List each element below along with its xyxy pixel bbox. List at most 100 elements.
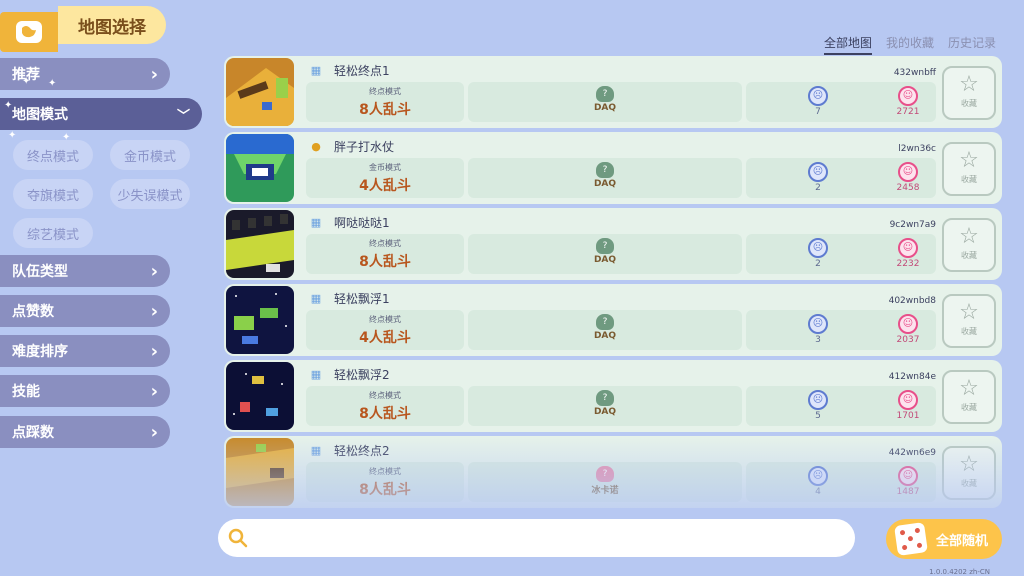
chevron-down-icon: ﹀ [176, 108, 190, 124]
map-title: 轻松飘浮2 [334, 368, 390, 382]
map-row[interactable]: ▦ 啊哒哒哒1 9c2wn7a9 终点模式 8人乱斗 ? DAQ ☹ 2 ☺ 2… [224, 208, 1002, 280]
sidebar-item-team-type[interactable]: 队伍类型 › [0, 255, 170, 287]
mode-chip-variety[interactable]: 综艺模式 [13, 218, 93, 248]
mode-value: 4人乱斗 [359, 330, 411, 346]
author-name: DAQ [593, 407, 617, 417]
favorite-button[interactable]: ☆ 收藏 [942, 446, 996, 500]
like-count: 2232 [896, 259, 920, 269]
favorite-label: 收藏 [961, 251, 977, 260]
mode-value: 8人乱斗 [359, 254, 411, 270]
map-row[interactable]: ▦ 轻松终点1 432wnbff 终点模式 8人乱斗 ? DAQ ☹ 7 ☺ 2… [224, 56, 1002, 128]
sidebar-item-likes[interactable]: 点赞数 › [0, 295, 170, 327]
happy-face-icon: ☺ [898, 466, 918, 486]
chevron-right-icon: › [150, 260, 158, 282]
author-box: ? DAQ [468, 310, 742, 350]
chevron-right-icon: › [150, 380, 158, 402]
sidebar-item-dislikes[interactable]: 点踩数 › [0, 416, 170, 448]
author-name: DAQ [593, 331, 617, 341]
sidebar-item-label: 技能 [12, 384, 40, 400]
author-box: ? DAQ [468, 82, 742, 122]
search-bar[interactable] [218, 519, 855, 557]
stats-box: ☹ 7 ☺ 2721 [746, 82, 936, 122]
sidebar-item-skills[interactable]: 技能 › [0, 375, 170, 407]
chevron-right-icon: › [150, 421, 158, 443]
star-icon: ☆ [959, 376, 979, 401]
version-text: 1.0.0.4202 zh-CN [929, 568, 990, 576]
dislike-count: 3 [815, 335, 821, 345]
dislike-count: 2 [815, 183, 821, 193]
map-code: 432wnbff [893, 68, 936, 78]
author-box: ? DAQ [468, 158, 742, 198]
map-row[interactable]: ▦ 轻松飘浮2 412wn84e 终点模式 8人乱斗 ? DAQ ☹ 5 ☺ 1… [224, 360, 1002, 432]
favorite-button[interactable]: ☆ 收藏 [942, 142, 996, 196]
mode-chip-coin[interactable]: 金币模式 [110, 140, 190, 170]
map-row[interactable]: ▦ 轻松飘浮1 402wnbd8 终点模式 4人乱斗 ? DAQ ☹ 3 ☺ 2… [224, 284, 1002, 356]
favorite-label: 收藏 [961, 175, 977, 184]
favorite-button[interactable]: ☆ 收藏 [942, 218, 996, 272]
like-count: 1487 [896, 487, 920, 497]
blue-grid-icon: ▦ [310, 63, 322, 77]
gold-coin-icon: ● [311, 139, 321, 153]
dislike-count: 7 [815, 107, 821, 117]
map-row[interactable]: ▦ 轻松终点2 442wn6e9 终点模式 8人乱斗 ? 冰卡诺 ☹ 4 ☺ 1… [224, 436, 1002, 508]
sad-face-icon: ☹ [808, 314, 828, 334]
map-title: 胖子打水仗 [334, 140, 395, 154]
mode-label: 金币模式 [369, 163, 401, 172]
map-logo-icon [0, 12, 58, 52]
sidebar-item-difficulty[interactable]: 难度排序 › [0, 335, 170, 367]
map-title: 轻松飘浮1 [334, 292, 390, 306]
star-icon: ☆ [959, 72, 979, 97]
mode-value: 8人乱斗 [359, 102, 411, 118]
map-code: 412wn84e [888, 372, 936, 382]
stats-box: ☹ 2 ☺ 2458 [746, 158, 936, 198]
sidebar-item-map-mode[interactable]: 地图模式 ﹀ [0, 98, 202, 130]
sparkle-icon: ✦ [22, 76, 31, 87]
happy-face-icon: ☺ [898, 238, 918, 258]
sidebar-item-label: 点赞数 [12, 304, 54, 320]
map-thumbnail [226, 362, 294, 430]
tab-all-maps[interactable]: 全部地图 [823, 34, 872, 55]
like-count: 2458 [896, 183, 920, 193]
like-stat: ☺ 2458 [878, 162, 938, 193]
map-row[interactable]: ● 胖子打水仗 l2wn36c 金币模式 4人乱斗 ? DAQ ☹ 2 ☺ 24… [224, 132, 1002, 204]
author-avatar-icon: ? [596, 466, 614, 482]
mode-chip-flag[interactable]: 夺旗模式 [13, 179, 93, 209]
favorite-button[interactable]: ☆ 收藏 [942, 66, 996, 120]
tab-history[interactable]: 历史记录 [948, 34, 996, 55]
sidebar-item-label: 难度排序 [12, 344, 68, 360]
mode-chip-finish[interactable]: 终点模式 [13, 140, 93, 170]
author-name: DAQ [593, 255, 617, 265]
random-all-button[interactable]: 全部随机 [886, 519, 1002, 559]
favorite-label: 收藏 [961, 403, 977, 412]
mode-label: 终点模式 [369, 87, 401, 96]
mode-chip-few-mistakes[interactable]: 少失误模式 [110, 179, 190, 209]
author-box: ? 冰卡诺 [468, 462, 742, 502]
happy-face-icon: ☺ [898, 86, 918, 106]
sparkle-icon: ✦ [8, 130, 17, 141]
dislike-stat: ☹ 5 [788, 390, 848, 421]
dice-icon [894, 522, 928, 556]
mode-value: 8人乱斗 [359, 406, 411, 422]
map-thumbnail [226, 58, 294, 126]
author-box: ? DAQ [468, 386, 742, 426]
tab-my-favorites[interactable]: 我的收藏 [886, 34, 934, 55]
dislike-count: 4 [815, 487, 821, 497]
search-input[interactable] [248, 523, 855, 553]
blue-grid-icon: ▦ [310, 291, 322, 305]
chevron-right-icon: › [150, 63, 158, 85]
favorite-label: 收藏 [961, 99, 977, 108]
favorite-label: 收藏 [961, 479, 977, 488]
dislike-count: 5 [815, 411, 821, 421]
page-title: 地图选择 [58, 6, 166, 44]
dislike-stat: ☹ 3 [788, 314, 848, 345]
sparkle-icon: ✦ [48, 78, 57, 89]
happy-face-icon: ☺ [898, 390, 918, 410]
favorite-button[interactable]: ☆ 收藏 [942, 294, 996, 348]
stats-box: ☹ 2 ☺ 2232 [746, 234, 936, 274]
chevron-right-icon: › [150, 340, 158, 362]
sad-face-icon: ☹ [808, 390, 828, 410]
author-avatar-icon: ? [596, 238, 614, 254]
favorite-button[interactable]: ☆ 收藏 [942, 370, 996, 424]
mode-box: 终点模式 8人乱斗 [306, 234, 464, 274]
like-stat: ☺ 2232 [878, 238, 938, 269]
